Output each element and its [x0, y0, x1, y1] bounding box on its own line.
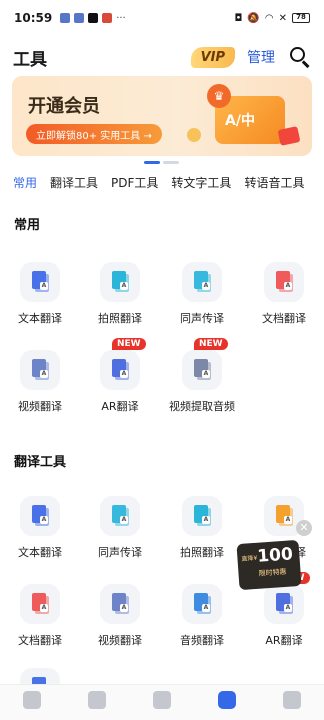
tab-to-text-tools[interactable]: 转文字工具	[171, 174, 231, 200]
camera-icon	[152, 691, 171, 709]
photo-translate-icon: A	[182, 496, 222, 536]
tab-translate-tools[interactable]: 翻译工具	[50, 174, 98, 200]
nav-camera[interactable]	[130, 685, 195, 720]
tool-item[interactable]: ANEW AR翻译	[80, 338, 160, 420]
banner-cta-button[interactable]: 立即解锁80+ 实用工具 →	[26, 124, 162, 144]
photo-translate-icon: A	[100, 262, 140, 302]
tool-item[interactable]: A 文档翻译	[0, 584, 80, 654]
vip-banner[interactable]: 开通会员 立即解锁80+ 实用工具 → A/中 ♛	[12, 76, 312, 156]
video-translate-icon: A	[100, 584, 140, 624]
tab-pdf-tools[interactable]: PDF工具	[111, 174, 158, 200]
status-right: ◘ 🔕 ◠ ✕ 78	[234, 12, 310, 24]
red-envelope-icon	[277, 126, 301, 146]
section-title-common: 常用	[14, 218, 41, 233]
page-title: 工具	[13, 49, 47, 70]
document-translate-icon: A	[20, 584, 60, 624]
audio-translate-icon: A	[182, 584, 222, 624]
tool-item[interactable]: A 拍照翻译	[80, 262, 160, 332]
nav-video[interactable]	[65, 685, 130, 720]
simultaneous-icon: A	[182, 262, 222, 302]
video-translate-icon: A	[20, 350, 60, 390]
tool-label: 音频翻译	[180, 634, 224, 647]
tool-item[interactable]: A 拍照翻译	[162, 496, 242, 566]
section-title-translate: 翻译工具	[14, 455, 67, 470]
tool-label: 同声传译	[180, 312, 224, 325]
notification-icon	[60, 13, 71, 23]
status-time: 10:59	[14, 11, 53, 25]
tool-label: 视频翻译	[98, 634, 142, 647]
tool-item[interactable]: A 文本翻译	[0, 262, 80, 332]
tool-label: 视频提取音频	[169, 400, 235, 413]
banner-title: 开通会员	[28, 96, 100, 117]
tool-item[interactable]: A 同声传译	[162, 262, 242, 332]
text-translate-icon: A	[20, 262, 60, 302]
bottom-nav	[0, 684, 324, 720]
tool-item[interactable]: A 音频翻译	[162, 584, 242, 654]
coupon-card[interactable]: 直降¥ 100 限时特惠	[236, 539, 302, 591]
camera-status-icon: ◘	[234, 12, 243, 24]
tool-item[interactable]: A 同声传译	[80, 496, 160, 566]
mute-icon: 🔕	[247, 12, 260, 24]
tool-label: 文档翻译	[18, 634, 62, 647]
new-badge: NEW	[112, 338, 146, 350]
status-bar: 10:59 ··· ◘ 🔕 ◠ ✕ 78	[0, 0, 324, 36]
tool-label: AR翻译	[265, 634, 303, 647]
tool-label: 同声传译	[98, 546, 142, 559]
coupon-tag: 直降¥	[241, 554, 258, 563]
carousel-dot-active	[144, 161, 160, 164]
tool-item[interactable]: A 视频翻译	[80, 584, 160, 654]
tool-label: AR翻译	[101, 400, 139, 413]
tool-label: 拍照翻译	[180, 546, 224, 559]
banner-illustration: A/中 ♛	[187, 84, 301, 150]
tool-item[interactable]: A 文本翻译	[0, 496, 80, 566]
text-translate-icon: A	[20, 496, 60, 536]
document-translate-icon: A	[264, 262, 304, 302]
crown-icon: ♛	[207, 84, 231, 108]
app-bar: 工具 VIP 管理	[0, 40, 324, 74]
video-icon	[88, 691, 107, 709]
tool-item[interactable]: A 视频翻译	[0, 350, 80, 420]
nav-tools[interactable]	[194, 685, 259, 720]
tools-icon	[217, 691, 236, 709]
coupon-subtitle: 限时特惠	[258, 567, 287, 578]
simultaneous-icon: A	[100, 496, 140, 536]
vip-button[interactable]: VIP	[190, 46, 235, 68]
profile-icon	[282, 691, 301, 709]
video-audio-icon: A	[182, 350, 222, 390]
ar-translate-icon: A	[264, 584, 304, 624]
home-icon	[23, 691, 42, 709]
tool-item[interactable]: A NEW 视频提取音频	[162, 338, 242, 420]
category-tabs: 常用 翻译工具 PDF工具 转文字工具 转语音工具	[0, 174, 324, 200]
tool-label: 文档翻译	[262, 312, 306, 325]
carousel-dot	[163, 161, 179, 164]
coupon-amount: 100	[256, 544, 294, 567]
battery-icon: 78	[292, 13, 310, 23]
tool-label: 文本翻译	[18, 312, 62, 325]
tab-to-speech-tools[interactable]: 转语音工具	[244, 174, 304, 200]
coin-icon	[187, 128, 201, 142]
close-icon[interactable]: ✕	[296, 520, 312, 536]
tool-item[interactable]: ANEWAR翻译	[244, 572, 324, 654]
carousel-indicator	[144, 161, 179, 164]
new-badge: NEW	[194, 338, 228, 350]
alarm-icon: ✕	[278, 12, 287, 24]
search-icon[interactable]	[289, 46, 311, 68]
nav-profile[interactable]	[259, 685, 324, 720]
more-notifications-icon: ···	[116, 12, 126, 24]
tool-label: 拍照翻译	[98, 312, 142, 325]
nav-home[interactable]	[0, 685, 65, 720]
tool-label: 视频翻译	[18, 400, 62, 413]
notification-icon	[74, 13, 85, 23]
tab-common[interactable]: 常用	[13, 174, 37, 200]
tiktok-icon	[88, 13, 99, 23]
manage-button[interactable]: 管理	[247, 47, 275, 67]
app-notification-icon	[102, 13, 113, 23]
wifi-icon: ◠	[264, 12, 274, 24]
tool-item[interactable]: A 文档翻译	[244, 262, 324, 332]
promo-coupon[interactable]: 直降¥ 100 限时特惠 ✕	[236, 520, 312, 591]
ar-translate-icon: A	[100, 350, 140, 390]
tool-label: 文本翻译	[18, 546, 62, 559]
